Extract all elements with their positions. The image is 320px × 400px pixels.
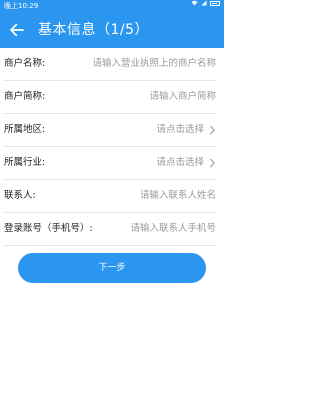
field-label: 商户名称: [4,58,46,69]
merchant-name-input[interactable]: 请输入营业执照上的商户名称 [92,48,216,80]
login-phone-input[interactable]: 请输入联系人手机号 [130,213,216,245]
field-label: 联系人: [4,190,36,201]
merchant-info-form: 商户名称: 请输入营业执照上的商户名称 商户简称: 请输入商户简称 所属地区: … [0,48,224,246]
field-industry[interactable]: 所属行业: 请点击选择 [4,147,216,180]
chevron-right-icon [209,158,215,168]
status-time: 晚上10:29 [4,2,39,10]
field-region[interactable]: 所属地区: 请点击选择 [4,114,216,147]
field-label: 所属行业: [4,157,46,168]
industry-select[interactable]: 请点击选择 [156,147,204,179]
next-step-button[interactable]: 下一步 [18,253,206,283]
back-arrow-icon[interactable] [8,21,26,39]
contact-name-input[interactable]: 请输入联系人姓名 [140,180,216,212]
field-merchant-short-name[interactable]: 商户简称: 请输入商户简称 [4,81,216,114]
battery-icon [210,0,220,6]
chevron-right-icon [209,125,215,135]
signal-icon [201,0,207,6]
merchant-short-name-input[interactable]: 请输入商户简称 [149,81,216,113]
field-label: 登录账号（手机号）: [4,223,93,234]
page-title: 基本信息（1/5） [38,22,150,38]
field-label: 商户简称: [4,91,46,102]
wifi-icon [191,0,198,6]
status-icons [191,0,220,6]
field-merchant-name[interactable]: 商户名称: 请输入营业执照上的商户名称 [4,48,216,81]
field-login-phone[interactable]: 登录账号（手机号）: 请输入联系人手机号 [4,213,216,246]
field-label: 所属地区: [4,124,46,135]
app-bar: 基本信息（1/5） [0,12,224,48]
field-contact-name[interactable]: 联系人: 请输入联系人姓名 [4,180,216,213]
status-bar: 晚上10:29 [0,0,224,12]
region-select[interactable]: 请点击选择 [156,114,204,146]
